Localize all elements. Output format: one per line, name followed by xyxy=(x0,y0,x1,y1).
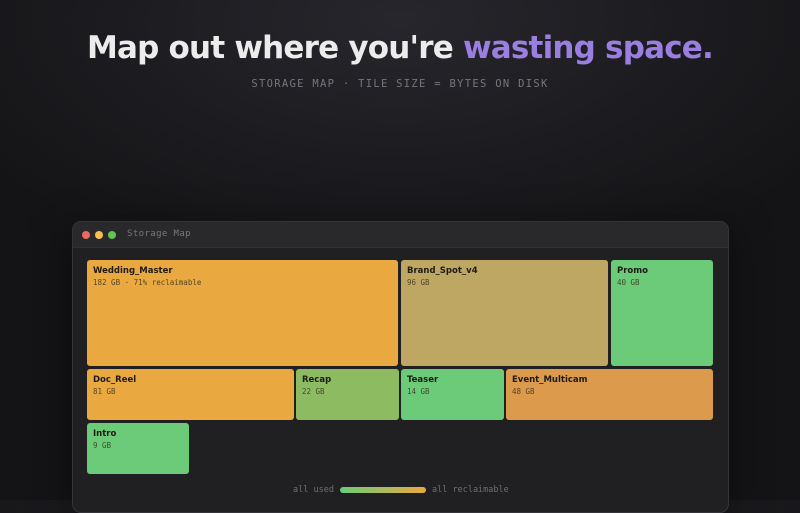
tile-name: Recap xyxy=(302,375,332,385)
tile-name: Intro xyxy=(93,429,117,439)
tile-name: Event_Multicam xyxy=(512,375,588,385)
tile-promo[interactable]: Promo 40 GB xyxy=(611,260,713,366)
tile-size: 14 GB xyxy=(407,387,430,396)
tile-name: Teaser xyxy=(407,375,439,385)
tile-name: Brand_Spot_v4 xyxy=(407,266,478,276)
tile-wedding-master[interactable]: Wedding_Master 182 GB · 71% reclaimable xyxy=(87,260,398,366)
tile-event-multicam[interactable]: Event_Multicam 48 GB xyxy=(506,369,713,420)
tile-size: 81 GB xyxy=(93,387,116,396)
tile-size: 9 GB xyxy=(93,441,112,450)
window-titlebar[interactable]: Storage Map xyxy=(73,222,728,248)
tile-name: Promo xyxy=(617,266,648,276)
tile-recap[interactable]: Recap 22 GB xyxy=(296,369,399,420)
tile-size: 40 GB xyxy=(617,278,640,287)
tile-size: 48 GB xyxy=(512,387,535,396)
tile-size: 96 GB xyxy=(407,278,430,287)
tile-name: Wedding_Master xyxy=(93,266,173,276)
close-window-button[interactable] xyxy=(82,231,90,239)
legend-right-label: all reclaimable xyxy=(432,485,509,495)
headline: Map out where you're wasting space. xyxy=(0,30,800,66)
headline-accent: wasting space. xyxy=(462,30,714,66)
subtitle: STORAGE MAP · TILE SIZE = BYTES ON DISK xyxy=(251,78,549,90)
legend-gradient-bar xyxy=(340,487,426,493)
window-title: Storage Map xyxy=(127,229,192,239)
tile-size: 22 GB xyxy=(302,387,325,396)
maximize-window-button[interactable] xyxy=(108,231,116,239)
minimize-window-button[interactable] xyxy=(95,231,103,239)
tile-brand-spot-v4[interactable]: Brand_Spot_v4 96 GB xyxy=(401,260,608,366)
legend-left-label: all used xyxy=(293,485,334,495)
headline-text: Map out where you're xyxy=(87,30,463,66)
tile-size: 182 GB · 71% reclaimable xyxy=(93,278,202,287)
tile-doc-reel[interactable]: Doc_Reel 81 GB xyxy=(87,369,294,420)
tile-name: Doc_Reel xyxy=(93,375,137,385)
tile-teaser[interactable]: Teaser 14 GB xyxy=(401,369,504,420)
tile-intro[interactable]: Intro 9 GB xyxy=(87,423,189,474)
